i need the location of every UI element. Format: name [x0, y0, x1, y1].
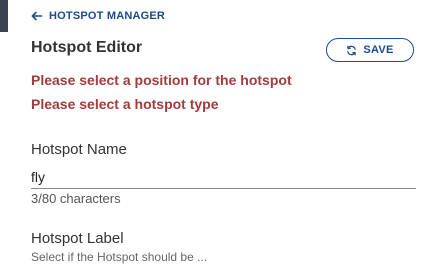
save-button-label: SAVE: [363, 44, 394, 56]
save-button[interactable]: SAVE: [326, 38, 414, 62]
position-error-message: Please select a position for the hotspot: [31, 72, 292, 88]
hotspot-name-input[interactable]: [31, 166, 416, 189]
hotspot-label-heading: Hotspot Label: [31, 230, 124, 247]
page-title: Hotspot Editor: [31, 39, 143, 56]
left-panel-edge: [0, 0, 8, 32]
hotspot-label-helper-text: Select if the Hotspot should be ...: [31, 250, 208, 264]
hotspot-name-label: Hotspot Name: [31, 141, 127, 158]
back-to-hotspot-manager-link[interactable]: HOTSPOT MANAGER: [31, 9, 165, 23]
back-link-label: HOTSPOT MANAGER: [49, 10, 166, 22]
arrow-left-icon: [31, 10, 43, 22]
type-error-message: Please select a hotspot type: [31, 96, 219, 112]
sync-icon: [346, 45, 357, 56]
character-counter: 3/80 characters: [31, 191, 121, 206]
